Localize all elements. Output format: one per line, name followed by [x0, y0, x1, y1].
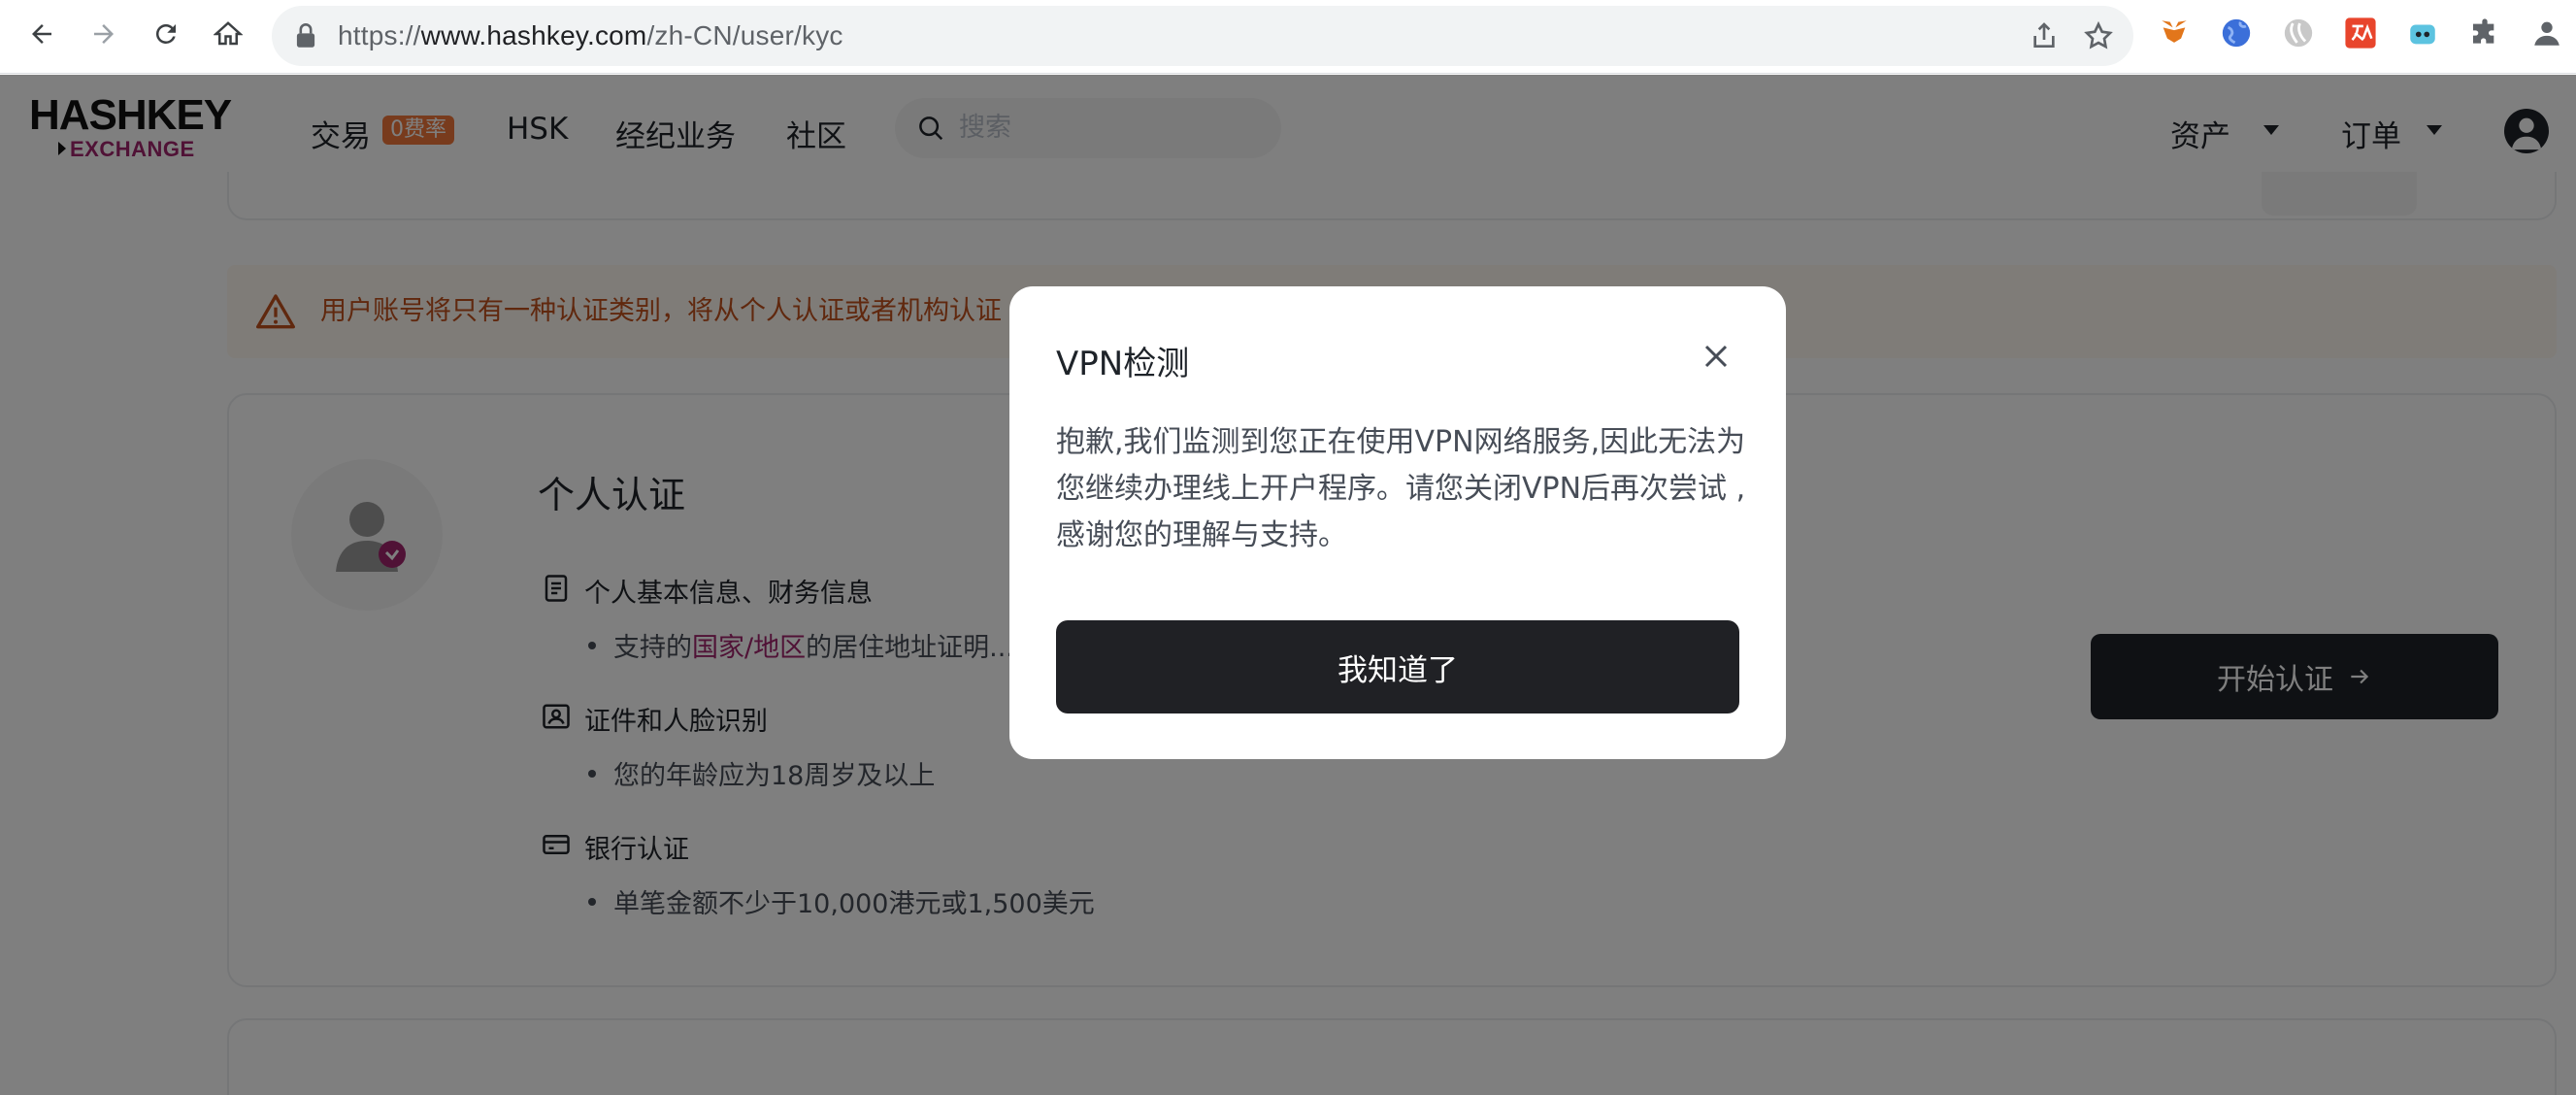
robot-icon[interactable] — [2405, 16, 2440, 50]
translate-icon[interactable] — [2343, 16, 2378, 50]
share-icon[interactable] — [2029, 20, 2060, 51]
metamask-icon[interactable] — [2157, 16, 2192, 50]
reload-button[interactable] — [142, 10, 190, 58]
profile-icon[interactable] — [2529, 16, 2564, 50]
arrow-left-icon — [32, 24, 51, 44]
arrow-right-icon — [94, 24, 114, 44]
address-bar[interactable]: https://www.hashkey.com/zh-CN/user/kyc — [272, 6, 2133, 66]
home-button[interactable] — [204, 10, 252, 58]
lock-icon — [296, 23, 315, 48]
url-text: https://www.hashkey.com/zh-CN/user/kyc — [338, 20, 843, 50]
forward-button[interactable] — [80, 10, 128, 58]
browser-toolbar: https://www.hashkey.com/zh-CN/user/kyc — [0, 0, 2576, 74]
star-icon[interactable] — [2083, 20, 2114, 51]
close-icon — [1704, 345, 1728, 368]
close-button[interactable] — [1695, 335, 1737, 378]
reload-icon — [155, 23, 176, 44]
home-icon — [214, 21, 243, 46]
puzzle-icon[interactable] — [2467, 16, 2502, 50]
back-button[interactable] — [17, 10, 66, 58]
acknowledge-button[interactable]: 我知道了 — [1056, 620, 1739, 713]
globe-icon[interactable] — [2219, 16, 2254, 50]
dialog-message: 抱歉,我们监测到您正在使用VPN网络服务,因此无法为您继续办理线上开户程序。请您… — [1056, 425, 1746, 552]
dialog-title: VPN检测 — [1056, 345, 1190, 383]
vpn-detection-dialog: VPN检测 抱歉,我们监测到您正在使用VPN网络服务,因此无法为您继续办理线上开… — [1009, 286, 1786, 759]
swirl-icon[interactable] — [2281, 16, 2316, 50]
